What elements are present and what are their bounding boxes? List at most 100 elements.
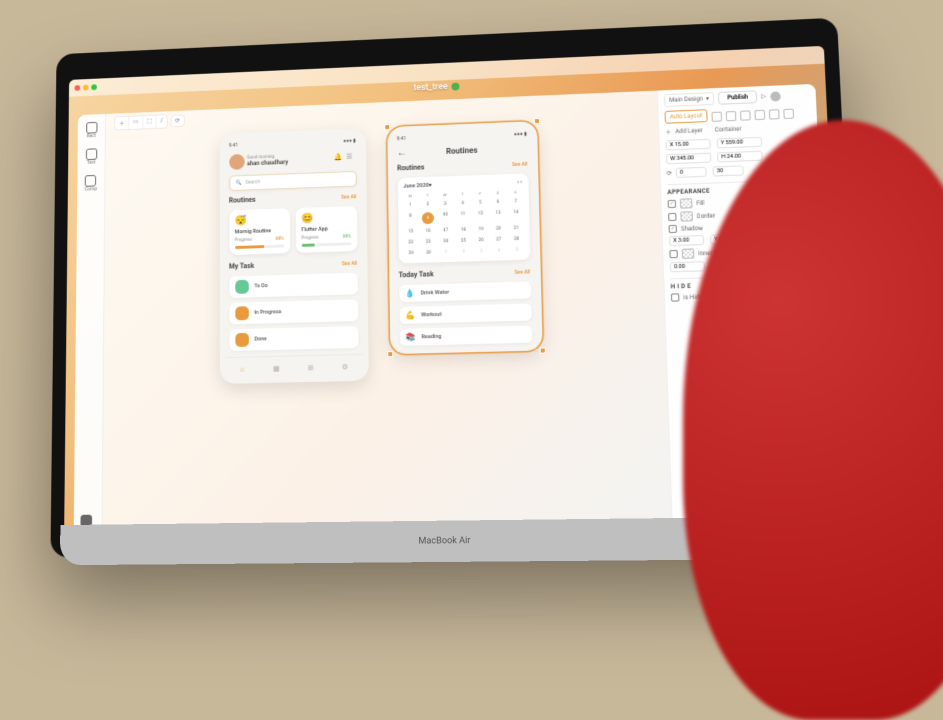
tab-settings[interactable]: ⚙ xyxy=(339,361,351,373)
rotation-field[interactable] xyxy=(676,167,707,178)
height-field[interactable] xyxy=(717,151,763,163)
x-field[interactable] xyxy=(666,139,711,151)
calendar-day[interactable]: 5 xyxy=(510,247,524,254)
selection-handle[interactable] xyxy=(539,347,545,353)
align-top-icon[interactable] xyxy=(754,110,765,120)
calendar-day[interactable]: 20 xyxy=(492,225,506,232)
design-mode-dropdown[interactable]: Main Design ▾ xyxy=(664,92,714,107)
calendar-day[interactable]: 29 xyxy=(404,250,418,257)
routine-card[interactable]: 😴 Mornig Routine Progress60% xyxy=(229,208,290,255)
task-row[interactable]: Done xyxy=(229,326,358,351)
calendar-day[interactable]: 27 xyxy=(492,236,506,243)
tab-home[interactable]: ⌂ xyxy=(236,363,248,375)
border-swatch[interactable] xyxy=(680,211,693,221)
tab-calendar[interactable]: ▦ xyxy=(270,363,282,375)
rect-tool-icon[interactable] xyxy=(86,122,97,134)
back-icon[interactable]: ← xyxy=(397,148,407,159)
calendar-day[interactable]: 22 xyxy=(404,239,418,246)
calendar-day[interactable]: 14 xyxy=(509,209,523,221)
artboard-home[interactable]: 9:41 ●●● ▮ Good morning ahan chaudhary xyxy=(219,128,368,384)
today-task-row[interactable]: 📚Reading xyxy=(399,326,532,346)
calendar-day[interactable]: 10 xyxy=(439,211,453,223)
shadow-x-field[interactable] xyxy=(669,235,704,246)
fill-checkbox[interactable] xyxy=(668,200,676,208)
see-all-link[interactable]: See All xyxy=(342,261,357,267)
selection-handle[interactable] xyxy=(384,124,390,130)
calendar-day[interactable]: 17 xyxy=(439,227,453,234)
bell-icon[interactable]: 🔔 xyxy=(334,153,344,163)
calendar-day[interactable]: 8 xyxy=(404,213,418,225)
calendar-day[interactable]: 4 xyxy=(492,247,506,254)
window-traffic-lights[interactable] xyxy=(75,84,97,91)
calendar-day[interactable]: 9 xyxy=(422,212,434,224)
align-bottom-icon[interactable] xyxy=(783,109,794,119)
calendar-day[interactable]: 13 xyxy=(491,210,505,222)
see-all-link[interactable]: See All xyxy=(341,194,356,200)
close-icon[interactable] xyxy=(75,85,81,91)
design-canvas[interactable]: 9:41 ●●● ▮ Good morning ahan chaudhary xyxy=(103,91,672,533)
routine-card[interactable]: 😊 Flutter App Progress26% xyxy=(295,206,357,253)
inner-shadow-checkbox[interactable] xyxy=(669,250,677,258)
align-right-icon[interactable] xyxy=(740,110,751,120)
calendar-day[interactable]: 19 xyxy=(474,226,488,233)
calendar-day[interactable]: 1 xyxy=(439,249,453,256)
search-input[interactable]: 🔍 Search xyxy=(229,171,356,191)
see-all-link[interactable]: See All xyxy=(514,269,530,275)
publish-button[interactable]: Publish xyxy=(718,90,758,104)
calendar-day[interactable]: 28 xyxy=(510,236,524,243)
calendar-day[interactable]: 24 xyxy=(439,238,453,245)
calendar-day[interactable]: 16 xyxy=(421,228,435,235)
add-layer-icon[interactable]: ＋ xyxy=(665,127,671,136)
task-row[interactable]: In Progress xyxy=(229,299,358,324)
calendar-day[interactable]: 30 xyxy=(422,249,436,256)
calendar-day[interactable]: 21 xyxy=(509,225,523,232)
calendar[interactable]: June 2020 ▾ ‹ › MTWTFSS12345678910111213… xyxy=(397,173,530,263)
task-row[interactable]: To Do xyxy=(229,273,357,298)
today-task-row[interactable]: 💧Drink Water xyxy=(399,281,531,302)
minimize-icon[interactable] xyxy=(83,85,89,91)
components-tool-icon[interactable] xyxy=(85,175,96,187)
align-middle-icon[interactable] xyxy=(769,109,780,119)
calendar-day[interactable]: 2 xyxy=(457,248,471,255)
calendar-day[interactable]: 12 xyxy=(474,210,488,222)
chevron-right-icon[interactable]: › xyxy=(520,179,522,185)
calendar-day[interactable]: 25 xyxy=(457,238,471,245)
align-center-icon[interactable] xyxy=(726,111,737,121)
chevron-down-icon[interactable]: ▾ xyxy=(429,183,432,189)
calendar-day[interactable]: 7 xyxy=(509,198,523,205)
today-task-row[interactable]: 💪Workout xyxy=(399,303,531,324)
selection-handle[interactable] xyxy=(533,118,539,124)
align-left-icon[interactable] xyxy=(711,112,722,122)
see-all-link[interactable]: See All xyxy=(512,162,528,168)
tab-apps[interactable]: ⊞ xyxy=(305,362,317,374)
play-icon[interactable]: ▷ xyxy=(761,93,766,100)
calendar-day[interactable]: 2 xyxy=(421,201,435,208)
calendar-day[interactable]: 4 xyxy=(456,200,470,207)
selection-handle[interactable] xyxy=(387,351,393,357)
calendar-day[interactable]: 26 xyxy=(474,237,488,244)
blur-field[interactable] xyxy=(670,261,705,272)
calendar-day[interactable]: 6 xyxy=(491,199,505,206)
avatar-icon[interactable] xyxy=(770,91,781,101)
fill-swatch[interactable] xyxy=(680,198,693,208)
y-field[interactable] xyxy=(717,137,763,149)
auto-layout-chip[interactable]: Auto Layout xyxy=(664,109,707,124)
chevron-left-icon[interactable]: ‹ xyxy=(517,180,519,186)
width-field[interactable] xyxy=(666,153,711,165)
calendar-day[interactable]: 15 xyxy=(404,228,418,235)
text-tool-icon[interactable] xyxy=(85,148,96,160)
menu-icon[interactable]: ☰ xyxy=(346,153,356,163)
calendar-day[interactable]: 18 xyxy=(456,227,470,234)
calendar-day[interactable]: 1 xyxy=(403,202,417,209)
opacity-field[interactable] xyxy=(713,165,744,176)
calendar-day[interactable]: 3 xyxy=(438,201,452,208)
shadow-checkbox[interactable] xyxy=(669,225,677,233)
inner-shadow-swatch[interactable] xyxy=(682,248,695,258)
zoom-icon[interactable] xyxy=(91,84,97,90)
alignment-icons[interactable] xyxy=(711,109,794,122)
border-checkbox[interactable] xyxy=(668,213,676,221)
calendar-day[interactable]: 11 xyxy=(456,211,470,223)
avatar[interactable] xyxy=(229,154,244,170)
calendar-day[interactable]: 5 xyxy=(473,199,487,206)
hide-checkbox[interactable] xyxy=(671,293,680,301)
